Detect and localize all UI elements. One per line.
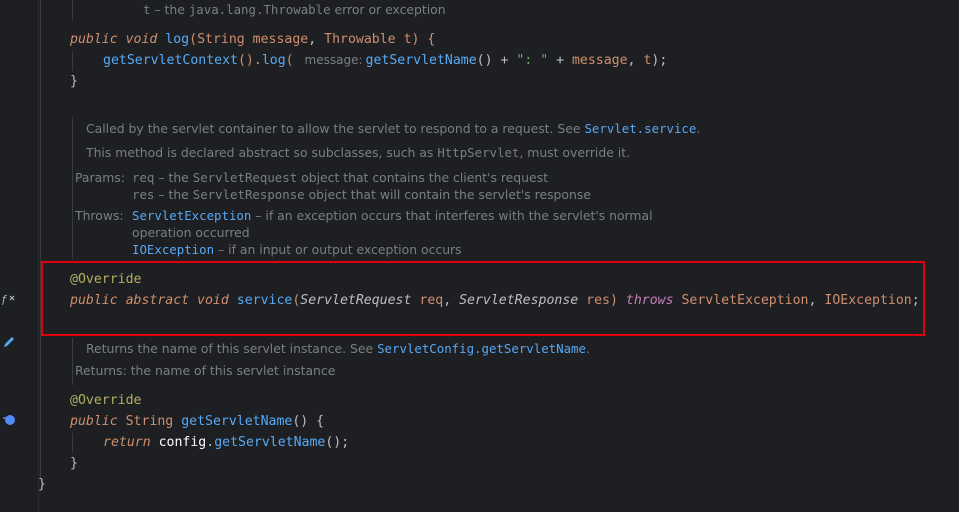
log-signature[interactable]: public void log(String message, Throwabl… [70, 29, 435, 50]
field-ref: config [158, 435, 207, 450]
editor-gutter: ƒ [0, 0, 39, 512]
param-type: Throwable [324, 32, 396, 47]
doc-type: java.lang.Throwable [188, 2, 331, 17]
doc-text: object that contains the client's reques… [297, 170, 548, 185]
modifiers: public [70, 414, 118, 429]
doc-param: res – the ServletResponse object that wi… [132, 187, 591, 202]
param-name: t [403, 32, 412, 47]
doc-text: – if an exception occurs that interferes… [251, 208, 653, 223]
doc-link[interactable]: ServletConfig.getServletName [377, 341, 586, 356]
param-type: String [197, 32, 245, 47]
function-override-icon[interactable]: ƒ [0, 292, 16, 309]
doc-text: , must override it. [519, 145, 631, 160]
doc-text: Called by the servlet container to allow… [86, 121, 585, 136]
throws-label: Throws: [75, 208, 124, 223]
doc-line: Called by the servlet container to allow… [86, 121, 700, 136]
operator: + [548, 53, 572, 68]
override-annotation: @Override [70, 393, 142, 408]
params-label: Params: [75, 170, 125, 185]
modifiers: public void [70, 32, 158, 47]
doc-code: HttpServlet [437, 145, 520, 160]
edit-icon[interactable] [2, 335, 16, 352]
doc-param-name: res [132, 187, 155, 202]
arg: message [571, 53, 628, 68]
log-body[interactable]: getServletContext().log( message: getServ… [103, 50, 667, 71]
dot: . [206, 435, 215, 450]
doc-link[interactable]: IOException [132, 242, 214, 257]
method-name[interactable]: getServletName [181, 414, 292, 429]
method-name[interactable]: log [165, 32, 189, 47]
doc-dash: – the [150, 2, 189, 17]
doc-text: – the [154, 187, 193, 202]
comma: , [308, 32, 325, 47]
getname-signature[interactable]: public String getServletName() { [70, 411, 324, 432]
indent-guide [72, 433, 73, 453]
paren: ) { [411, 32, 436, 47]
doc-code: ServletResponse [192, 187, 305, 202]
punct: ( [285, 53, 302, 68]
comma: , [627, 53, 644, 68]
doc-code: ServletRequest [192, 170, 298, 185]
indent-guide [72, 51, 73, 71]
doc-link[interactable]: Servlet.service [584, 121, 696, 136]
service-doc: Called by the servlet container to allow… [72, 117, 700, 259]
return-keyword: return [103, 435, 151, 450]
doc-text: the name of this servlet instance [130, 363, 336, 378]
punct: ); [651, 53, 668, 68]
annotation: @Override [70, 390, 141, 411]
close-brace: } [70, 456, 78, 471]
doc-line: This method is declared abstract so subc… [86, 145, 630, 160]
call[interactable]: getServletName [366, 53, 477, 68]
return-statement[interactable]: return config.getServletName(); [103, 432, 349, 453]
doc-throws: Throws: ServletException – if an exceptio… [75, 208, 653, 223]
call[interactable]: getServletName [214, 435, 325, 450]
doc-text: operation occurred [132, 225, 250, 240]
class-close-brace: } [38, 477, 46, 492]
doc-throw: IOException – if an input or output exce… [132, 242, 462, 257]
doc-text: Returns the name of this servlet instanc… [86, 341, 378, 356]
punct: () { [292, 414, 325, 429]
doc-text: This method is declared abstract so subc… [86, 145, 438, 160]
doc-line: Returns the name of this servlet instanc… [86, 341, 590, 356]
svg-text:ƒ: ƒ [2, 293, 8, 306]
call[interactable]: log [262, 53, 286, 68]
doc-link[interactable]: ServletException [132, 208, 251, 223]
highlight-box [41, 261, 925, 336]
doc-text: . [696, 121, 701, 136]
doc-param-name: req [132, 170, 155, 185]
punct: (). [237, 53, 262, 68]
call[interactable]: getServletContext [103, 53, 238, 68]
return-type: String [125, 414, 174, 429]
doc-text: . [585, 341, 590, 356]
punct: () + [476, 53, 517, 68]
doc-text: – the [154, 170, 193, 185]
log-doc-tail: t – the java.lang.Throwable error or exc… [72, 0, 446, 20]
close-brace: } [70, 74, 78, 89]
parameter-hint: message: [304, 53, 363, 67]
returns-label: Returns: [75, 363, 127, 378]
paren: ( [189, 32, 198, 47]
implemented-icon[interactable] [2, 412, 16, 429]
doc-text: error or exception [330, 2, 446, 17]
doc-text: – if an input or output exception occurs [214, 242, 462, 257]
string-literal: ": " [516, 53, 549, 68]
doc-params: Params: req – the ServletRequest object t… [75, 170, 548, 185]
doc-returns: Returns: the name of this servlet instan… [75, 363, 335, 378]
doc-text: object that will contain the servlet's r… [304, 187, 591, 202]
param-name: message [252, 32, 309, 47]
indent-guide [40, 0, 41, 478]
getname-doc: Returns the name of this servlet instanc… [72, 338, 590, 385]
punct: (); [325, 435, 350, 450]
